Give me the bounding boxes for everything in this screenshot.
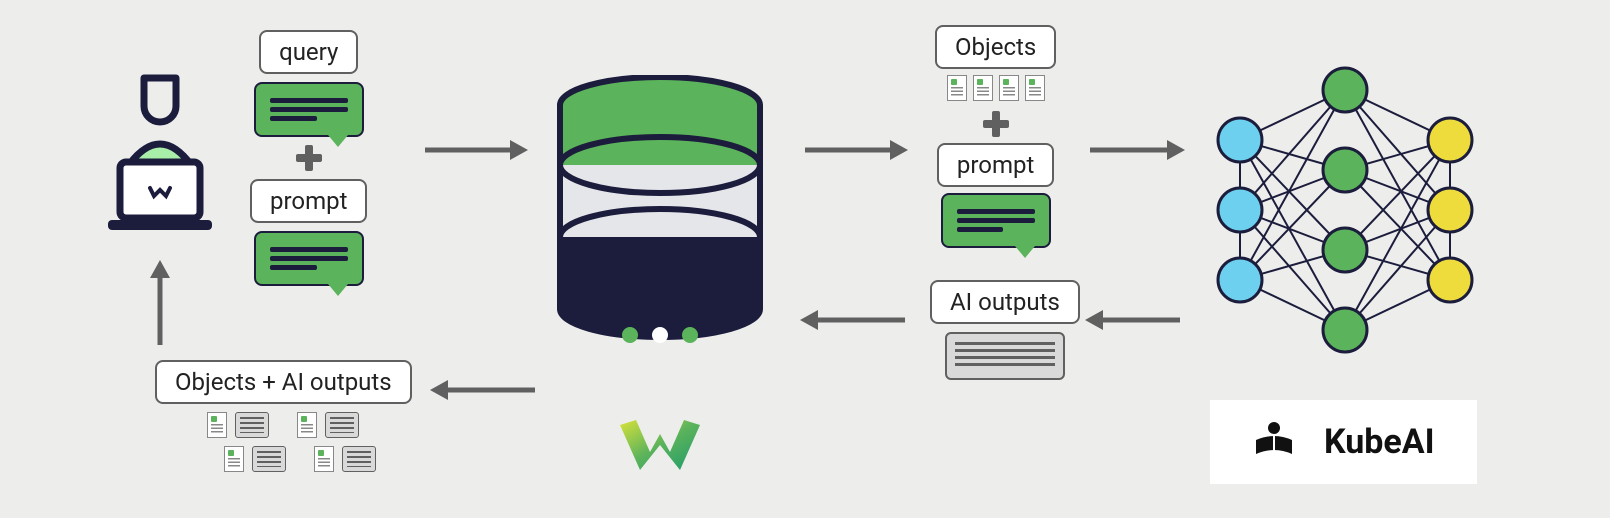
arrow-db-to-results <box>430 370 540 414</box>
chat-bubble-query <box>254 82 364 137</box>
objects-label: Objects <box>935 25 1056 69</box>
text-block-icon <box>252 446 286 472</box>
ai-outputs-label: AI outputs <box>930 280 1080 324</box>
doc-icon <box>297 412 317 438</box>
doc-icon <box>973 75 993 101</box>
arrow-user-to-db <box>420 130 530 174</box>
doc-icon <box>224 446 244 472</box>
plus-icon <box>296 145 322 171</box>
results-icons-row-2 <box>189 446 377 472</box>
arrow-nn-to-outputs <box>1085 300 1185 344</box>
kubeai-text: KubeAI <box>1324 422 1435 462</box>
doc-icon <box>314 446 334 472</box>
prompt-label-left: prompt <box>250 179 367 223</box>
text-block-icon <box>342 446 376 472</box>
ai-outputs-group: AI outputs <box>930 280 1080 380</box>
chat-bubble-prompt-right <box>941 193 1051 248</box>
doc-icon <box>207 412 227 438</box>
query-label: query <box>259 30 358 74</box>
doc-icon <box>999 75 1019 101</box>
doc-icon <box>947 75 967 101</box>
doc-icons-row <box>946 75 1046 105</box>
arrow-db-to-objects <box>800 130 910 174</box>
weaviate-logo-icon <box>610 410 710 494</box>
ai-output-lines-icon <box>945 332 1065 380</box>
results-group: Objects + AI outputs <box>155 360 412 472</box>
arrow-objects-to-nn <box>1085 130 1185 174</box>
user-icon <box>100 70 220 254</box>
arrow-outputs-to-db <box>800 300 910 344</box>
neural-network-icon <box>1200 60 1490 364</box>
text-block-icon <box>235 412 269 438</box>
doc-icon <box>1025 75 1045 101</box>
chat-bubble-prompt-left <box>254 231 364 286</box>
prompt-label-right: prompt <box>937 143 1054 187</box>
database-icon <box>555 75 765 409</box>
kubeai-branding: KubeAI <box>1210 400 1477 484</box>
arrow-results-to-user <box>140 260 180 354</box>
query-prompt-group: query prompt <box>250 30 367 286</box>
plus-icon <box>983 111 1009 137</box>
results-label: Objects + AI outputs <box>155 360 412 404</box>
text-block-icon <box>325 412 359 438</box>
objects-prompt-group: Objects prompt <box>935 25 1056 248</box>
kubeai-book-icon <box>1252 418 1296 466</box>
results-icons-row-1 <box>206 412 360 438</box>
